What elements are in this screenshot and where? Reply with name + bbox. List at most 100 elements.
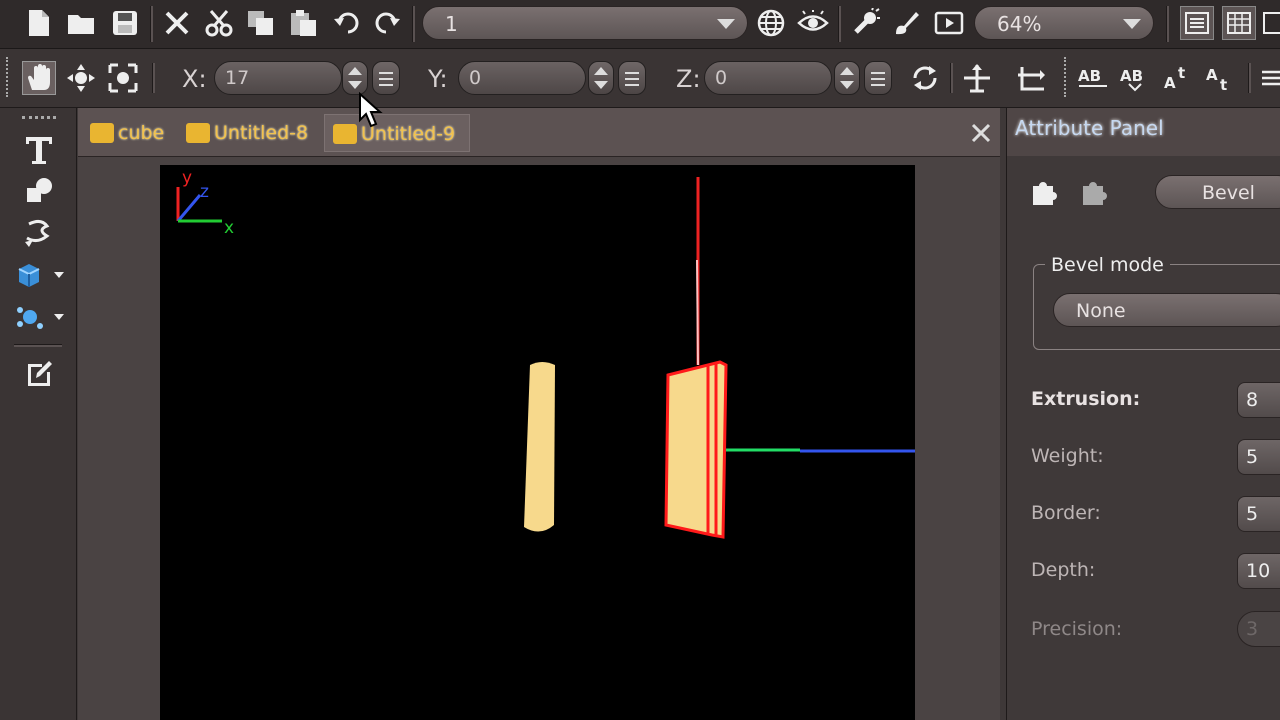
svg-text:AB: AB <box>1120 67 1143 85</box>
object-left[interactable] <box>524 362 555 532</box>
undo-icon[interactable] <box>330 6 364 40</box>
depth-value: 10 <box>1246 560 1271 582</box>
precision-field: 3 <box>1237 611 1280 647</box>
scale-object-icon[interactable] <box>106 61 140 95</box>
toolbar-grip <box>22 116 56 122</box>
z-stepper[interactable] <box>834 61 860 95</box>
chevron-down-icon[interactable] <box>54 272 64 278</box>
delete-icon[interactable] <box>160 6 194 40</box>
hand-pan-icon[interactable] <box>22 61 56 95</box>
document-area: cube Untitled-8 Untitled-9 y z x <box>78 108 1000 720</box>
cube-primitive-icon[interactable] <box>12 258 46 292</box>
puzzle-remove-icon[interactable] <box>1079 174 1113 208</box>
bevel-button[interactable]: Bevel <box>1155 175 1280 209</box>
z-menu-button[interactable] <box>864 61 892 95</box>
3d-document-icon <box>186 123 210 143</box>
attribute-panel: Attribute Panel Bevel Bevel mode None Ex… <box>1006 108 1280 720</box>
chevron-down-icon[interactable] <box>54 314 64 320</box>
mouse-cursor-icon <box>358 91 384 132</box>
light-icon[interactable] <box>848 6 882 40</box>
y-position-value: 0 <box>469 67 482 89</box>
separator <box>14 344 62 347</box>
eye-icon[interactable] <box>796 6 830 40</box>
paste-icon[interactable] <box>286 6 320 40</box>
y-menu-button[interactable] <box>618 61 646 95</box>
brush-icon[interactable] <box>890 6 924 40</box>
separator <box>150 6 153 42</box>
new-file-icon[interactable] <box>22 6 56 40</box>
redo-icon[interactable] <box>370 6 404 40</box>
depth-field[interactable]: 10 <box>1237 553 1280 589</box>
move-object-icon[interactable] <box>64 61 98 95</box>
y-stepper[interactable] <box>588 61 614 95</box>
separator <box>950 63 953 93</box>
tab-untitled-9[interactable]: Untitled-9 <box>324 114 470 152</box>
bevel-mode-dropdown[interactable]: None <box>1053 293 1280 327</box>
border-field[interactable]: 5 <box>1237 496 1280 532</box>
puzzle-icon[interactable] <box>1029 174 1063 208</box>
text-spacing-icon[interactable]: AB <box>1076 61 1110 95</box>
x-label: X: <box>182 65 207 93</box>
edit-tool-icon[interactable] <box>22 356 56 390</box>
3d-viewport[interactable]: y z x <box>160 165 915 720</box>
3d-document-icon <box>333 124 357 144</box>
precision-label: Precision: <box>1031 618 1123 640</box>
bevel-mode-label: Bevel mode <box>1045 254 1170 276</box>
y-position-field[interactable]: 0 <box>458 61 586 95</box>
grid-layout-icon[interactable] <box>1222 6 1256 40</box>
align-text-icon[interactable] <box>1256 61 1280 95</box>
text-baseline-icon[interactable]: At <box>1202 61 1236 95</box>
layer-dropdown[interactable]: 1 <box>422 6 748 40</box>
panel-layout-icon[interactable] <box>1180 6 1214 40</box>
particles-icon[interactable] <box>12 300 46 334</box>
border-value: 5 <box>1246 503 1259 525</box>
chevron-down-icon <box>1123 19 1141 29</box>
svg-text:AB: AB <box>1078 67 1101 85</box>
shape-tool-icon[interactable] <box>22 174 56 208</box>
svg-text:t: t <box>1220 76 1227 92</box>
copy-icon[interactable] <box>244 6 278 40</box>
svg-text:A: A <box>1206 66 1218 84</box>
extrusion-value: 8 <box>1246 389 1259 411</box>
transform-toolbar: X: 17 Y: 0 Z: 0 AB AB At At <box>0 49 1280 108</box>
lathe-tool-icon[interactable] <box>22 216 56 250</box>
z-label: Z: <box>676 65 701 93</box>
close-document-icon[interactable] <box>970 122 992 148</box>
tab-label: cube <box>118 122 165 144</box>
text-tool-icon[interactable] <box>22 132 56 166</box>
open-folder-icon[interactable] <box>64 6 98 40</box>
globe-icon[interactable] <box>754 6 788 40</box>
zoom-value: 64% <box>997 12 1042 36</box>
x-position-field[interactable]: 17 <box>214 61 342 95</box>
toolbar-grip <box>1064 57 1070 97</box>
reset-rotation-icon[interactable] <box>908 61 942 95</box>
document-tabbar: cube Untitled-8 Untitled-9 <box>78 108 1000 157</box>
svg-text:A: A <box>1164 74 1176 92</box>
align-horizontal-icon[interactable] <box>1014 61 1048 95</box>
weight-field[interactable]: 5 <box>1237 439 1280 475</box>
x-position-value: 17 <box>225 67 250 89</box>
align-vertical-icon[interactable] <box>960 61 994 95</box>
text-vertical-align-icon[interactable]: At <box>1160 61 1194 95</box>
zoom-dropdown[interactable]: 64% <box>974 6 1154 40</box>
more-panel-icon[interactable] <box>1262 6 1280 40</box>
y-label: Y: <box>428 65 448 93</box>
main-toolbar: 1 64% <box>0 0 1280 49</box>
x-menu-button[interactable] <box>372 61 400 95</box>
toolbar-grip <box>6 57 12 97</box>
save-icon[interactable] <box>108 6 142 40</box>
separator <box>152 63 155 93</box>
tab-label: Untitled-8 <box>214 122 309 144</box>
extrusion-field[interactable]: 8 <box>1237 382 1280 418</box>
weight-value: 5 <box>1246 446 1259 468</box>
separator <box>1248 63 1251 93</box>
z-position-field[interactable]: 0 <box>704 61 832 95</box>
chevron-down-icon <box>717 19 735 29</box>
axis-z-label: z <box>200 182 209 202</box>
cut-icon[interactable] <box>202 6 236 40</box>
preview-play-icon[interactable] <box>932 6 966 40</box>
x-stepper[interactable] <box>342 61 368 95</box>
text-kerning-icon[interactable]: AB <box>1118 61 1152 95</box>
tool-strip <box>0 108 77 720</box>
separator <box>838 6 841 42</box>
